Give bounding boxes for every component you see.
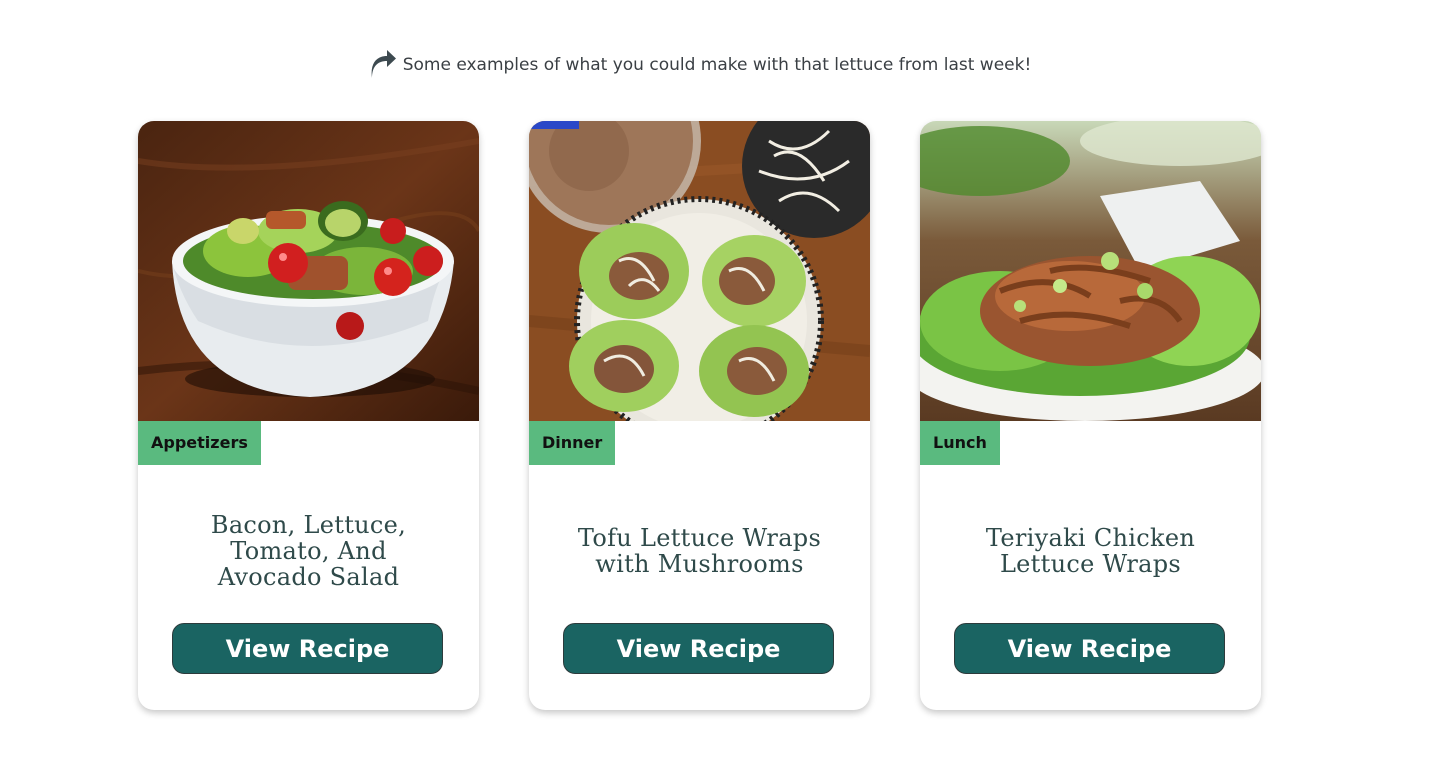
view-recipe-button[interactable]: View Recipe <box>954 623 1225 674</box>
view-recipe-button[interactable]: View Recipe <box>172 623 443 674</box>
tofu-lettuce-wraps-photo[interactable] <box>529 121 870 421</box>
recipe-card: Dinner Tofu Lettuce Wraps with Mushrooms… <box>529 121 870 710</box>
recipe-title[interactable]: Teriyaki Chicken Lettuce Wraps <box>960 481 1221 621</box>
recipe-title[interactable]: Tofu Lettuce Wraps with Mushrooms <box>569 481 830 621</box>
share-arrow-icon <box>369 50 397 80</box>
salad-bowl-photo[interactable] <box>138 121 479 421</box>
recipe-card: Lunch Teriyaki Chicken Lettuce Wraps Vie… <box>920 121 1261 710</box>
teriyaki-chicken-wraps-photo[interactable] <box>920 121 1261 421</box>
recipe-title[interactable]: Bacon, Lettuce, Tomato, And Avocado Sala… <box>178 481 439 621</box>
intro-line: Some examples of what you could make wit… <box>0 50 1400 80</box>
recipe-card: Appetizers Bacon, Lettuce, Tomato, And A… <box>138 121 479 710</box>
category-tag[interactable]: Lunch <box>920 421 1000 465</box>
intro-text: Some examples of what you could make wit… <box>402 55 1032 75</box>
view-recipe-button[interactable]: View Recipe <box>563 623 834 674</box>
category-tag[interactable]: Dinner <box>529 421 616 465</box>
category-tag[interactable]: Appetizers <box>138 421 261 465</box>
